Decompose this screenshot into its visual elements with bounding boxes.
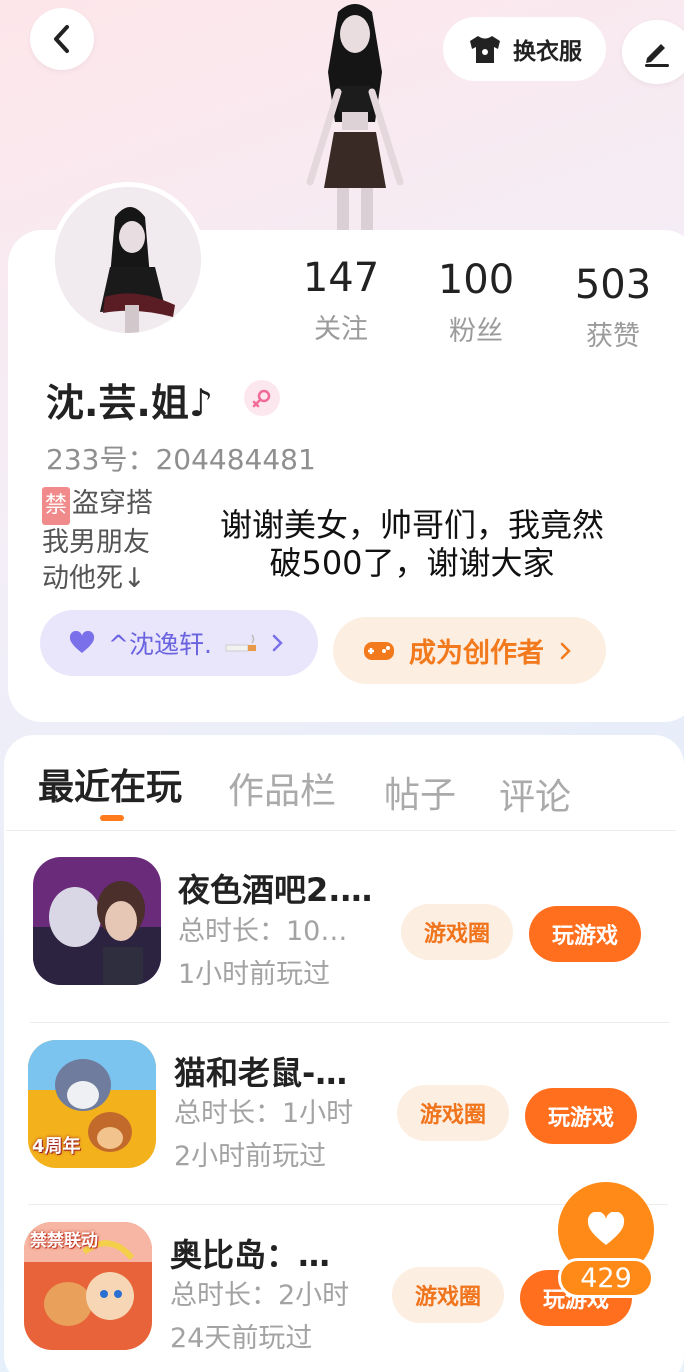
icon-badge-text: 4周年	[32, 1136, 81, 1157]
game-circle-button[interactable]: 游戏圈	[401, 904, 513, 960]
avatar-3d-figure	[290, 2, 420, 238]
stat-value: 100	[437, 257, 515, 303]
overlay-caption: 谢谢美女，帅哥们，我竟然破500了，谢谢大家	[219, 506, 604, 582]
bio-line: 盗穿搭	[72, 488, 154, 519]
stat-followers[interactable]: 100 粉丝	[416, 257, 536, 348]
bio-line: 我男朋友	[42, 527, 150, 558]
partner-link[interactable]: ^沈逸轩.	[40, 610, 318, 676]
list-item[interactable]: 夜色酒吧2.… 总时长：10… 1小时前玩过 游戏圈 玩游戏	[0, 840, 684, 1018]
female-gender-icon	[244, 380, 280, 416]
stat-value: 147	[302, 255, 380, 301]
game-duration: 总时长：10…	[178, 916, 348, 947]
game-title: 夜色酒吧2.…	[178, 871, 373, 909]
bio-text: 禁盗穿搭 我男朋友 动他死↓	[42, 486, 153, 597]
game-duration: 总时长：2小时	[170, 1280, 350, 1311]
profile-name: 沈.芸.姐♪	[46, 381, 214, 425]
tab-posts[interactable]: 帖子	[384, 766, 456, 818]
chevron-left-icon	[54, 25, 69, 53]
change-outfit-button[interactable]: 换衣服	[443, 17, 606, 81]
user-id: 233号：204484481	[46, 443, 316, 476]
avatar[interactable]	[50, 182, 206, 338]
edit-profile-button[interactable]	[622, 20, 684, 84]
active-tab-indicator	[100, 815, 124, 821]
back-button[interactable]	[30, 8, 94, 70]
stat-label: 粉丝	[449, 316, 503, 347]
play-game-button[interactable]: 玩游戏	[525, 1088, 637, 1144]
list-item[interactable]: 4周年 猫和老鼠-… 总时长：1小时 2小时前玩过 游戏圈 玩游戏	[0, 1024, 684, 1202]
game-last-played: 1小时前玩过	[178, 959, 331, 990]
game-title: 猫和老鼠-…	[174, 1054, 348, 1092]
stat-value: 503	[574, 262, 652, 308]
icon-badge-text: 禁禁联动	[30, 1231, 98, 1251]
gamepad-icon	[364, 641, 394, 660]
become-creator-label: 成为创作者	[409, 638, 544, 669]
stat-label: 获赞	[586, 321, 640, 352]
game-icon: 禁禁联动	[24, 1222, 152, 1350]
tab-works[interactable]: 作品栏	[228, 762, 336, 814]
chevron-right-icon	[560, 642, 571, 659]
cigarette-icon	[225, 634, 256, 652]
divider	[30, 1022, 670, 1023]
bio-line: 动他死↓	[42, 563, 146, 594]
stat-label: 关注	[314, 314, 368, 345]
game-last-played: 24天前玩过	[170, 1323, 313, 1354]
pen-icon	[645, 44, 669, 67]
game-duration: 总时长：1小时	[174, 1098, 354, 1129]
game-icon	[33, 857, 161, 985]
game-title: 奥比岛：…	[170, 1236, 331, 1274]
game-last-played: 2小时前玩过	[174, 1141, 327, 1172]
become-creator-button[interactable]: 成为创作者	[333, 617, 606, 684]
shirt-icon	[470, 36, 500, 63]
game-circle-button[interactable]: 游戏圈	[392, 1267, 504, 1323]
partner-name: ^沈逸轩.	[108, 630, 212, 659]
game-circle-button[interactable]: 游戏圈	[397, 1085, 509, 1141]
heart-icon	[69, 631, 95, 653]
tab-comments[interactable]: 评论	[499, 768, 571, 820]
change-outfit-label: 换衣服	[513, 39, 582, 65]
stat-likes[interactable]: 503 获赞	[553, 262, 673, 353]
game-icon: 4周年	[28, 1040, 156, 1168]
heart-icon	[587, 1212, 625, 1245]
bio-tag: 禁	[42, 487, 71, 525]
chevron-right-icon	[272, 634, 283, 652]
divider	[6, 830, 676, 831]
play-game-button[interactable]: 玩游戏	[529, 906, 641, 962]
stat-following[interactable]: 147 关注	[281, 255, 401, 346]
tab-recently-played[interactable]: 最近在玩	[38, 758, 182, 810]
like-count: 429	[558, 1258, 654, 1298]
